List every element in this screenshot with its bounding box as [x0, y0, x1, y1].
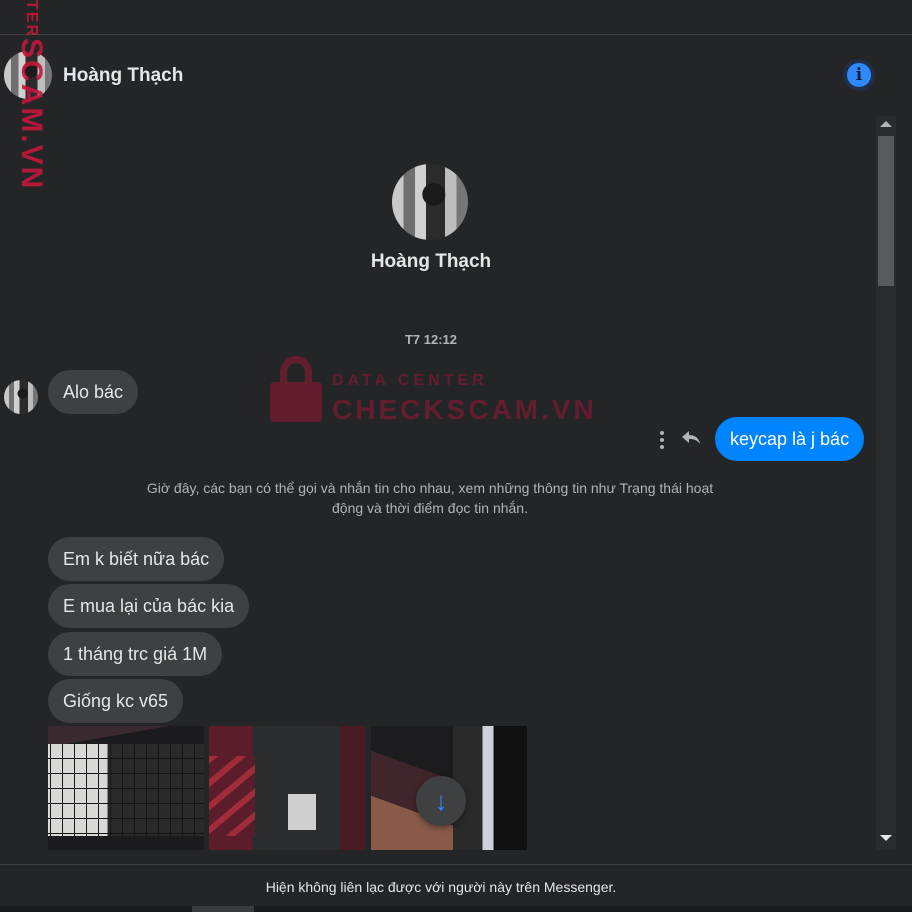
message-actions	[655, 428, 707, 452]
photo-attachment-keyboard-back[interactable]	[209, 726, 365, 850]
reply-icon[interactable]	[680, 429, 704, 451]
profile-name: Hoàng Thạch	[370, 251, 492, 272]
system-notice: Giờ đây, các bạn có thể gọi và nhắn tin …	[146, 480, 714, 516]
incoming-message[interactable]: Giống kc v65	[48, 679, 184, 723]
watermark-side: TERSCAM.VN	[15, 0, 48, 191]
photo-attachment-keyboard[interactable]	[48, 726, 204, 850]
scroll-to-bottom-button[interactable]: ↓	[416, 776, 466, 826]
footer-divider	[0, 864, 912, 865]
conversation-header: Hoàng Thạch i	[0, 35, 912, 115]
incoming-message[interactable]: 1 tháng trc giá 1M	[48, 632, 223, 676]
info-icon: i	[847, 63, 871, 87]
lock-icon	[270, 356, 322, 422]
profile-avatar[interactable]	[392, 164, 468, 240]
outgoing-message[interactable]: keycap là j bác	[715, 417, 865, 461]
contact-name[interactable]: Hoàng Thạch	[63, 65, 183, 87]
arrow-down-icon: ↓	[434, 786, 448, 816]
more-options-icon[interactable]	[660, 431, 664, 449]
bottom-scrollbar[interactable]	[0, 906, 912, 912]
scrollbar-thumb[interactable]	[878, 136, 894, 286]
info-button[interactable]: i	[843, 59, 875, 91]
watermark-center: DATA CENTER CHECKSCAM.VN	[270, 354, 594, 425]
incoming-message[interactable]: E mua lại của bác kia	[48, 584, 250, 628]
scroll-down-arrow-icon[interactable]	[880, 835, 892, 841]
scroll-up-arrow-icon[interactable]	[880, 121, 892, 127]
unavailable-notice: Hiện không liên lạc được với người này t…	[265, 879, 617, 895]
sender-avatar[interactable]	[4, 380, 38, 414]
incoming-message[interactable]: Em k biết nữa bác	[48, 537, 225, 581]
incoming-message[interactable]: Alo bác	[48, 370, 139, 414]
message-timestamp: T7 12:12	[404, 332, 458, 347]
